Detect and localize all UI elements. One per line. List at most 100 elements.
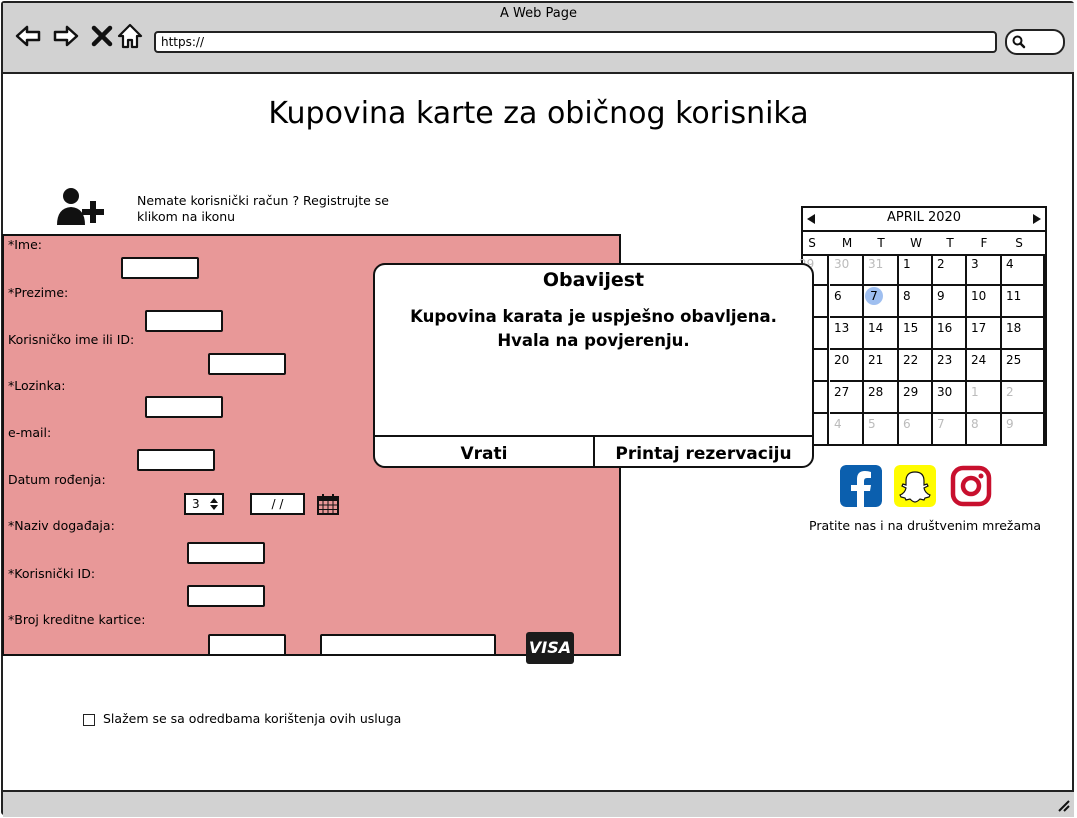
korisnicki-id-input[interactable] <box>187 585 265 607</box>
back-button[interactable]: Vrati <box>375 437 593 468</box>
visa-logo: VISA <box>526 632 574 664</box>
calendar-day-number: 25 <box>1006 353 1022 367</box>
day-stepper[interactable]: 3 <box>184 493 224 515</box>
dialog-buttons: Vrati Printaj rezervaciju <box>375 435 812 468</box>
social-icons <box>840 465 1000 509</box>
calendar-day-number: 8 <box>903 289 911 303</box>
social-caption: Pratite nas i na društvenim mrežama <box>809 518 1041 533</box>
calendar-widget: APRIL 2020 S M T W T F S 293031123456789… <box>795 206 1047 446</box>
calendar-day-number: 4 <box>834 417 842 431</box>
calendar-day-number: 7 <box>937 417 945 431</box>
calendar-day-number: 6 <box>903 417 911 431</box>
calendar-day-number: 22 <box>903 353 919 367</box>
snapchat-icon[interactable] <box>894 465 936 507</box>
calendar-day[interactable]: 4 <box>1002 254 1045 286</box>
calendar-day[interactable]: 14 <box>864 318 899 350</box>
label-email: e-mail: <box>8 425 52 440</box>
label-lozinka: *Lozinka: <box>8 378 66 393</box>
calendar-day-number: 30 <box>834 257 850 271</box>
calendar-day[interactable]: 24 <box>967 350 1002 382</box>
calendar-day[interactable]: 9 <box>933 286 967 318</box>
calendar-day[interactable]: 20 <box>830 350 864 382</box>
calendar-day[interactable]: 4 <box>830 414 864 446</box>
calendar-day[interactable]: 30 <box>830 254 864 286</box>
back-arrow-icon[interactable] <box>14 22 42 50</box>
dogadaj-input[interactable] <box>187 542 265 564</box>
search-icon <box>1012 35 1026 49</box>
calendar-day-number: 9 <box>937 289 945 303</box>
calendar-day-number: 29 <box>903 385 919 399</box>
calendar-day[interactable]: 25 <box>1002 350 1045 382</box>
card-number-part1[interactable] <box>208 634 286 656</box>
calendar-day-number: 15 <box>903 321 919 335</box>
url-bar[interactable]: https:// <box>154 31 997 53</box>
calendar-day[interactable]: 5 <box>864 414 899 446</box>
dialog-message-line2: Hvala na povjerenju. <box>497 331 690 350</box>
calendar-day[interactable]: 31 <box>864 254 899 286</box>
lozinka-input[interactable] <box>145 396 223 418</box>
calendar-day[interactable]: 18 <box>1002 318 1045 350</box>
calendar-day[interactable]: 29 <box>899 382 933 414</box>
calendar-day-number: 27 <box>834 385 850 399</box>
calendar-day[interactable]: 6 <box>830 286 864 318</box>
calendar-day-number: 14 <box>868 321 884 335</box>
calendar-day[interactable]: 21 <box>864 350 899 382</box>
calendar-day-number: 8 <box>971 417 979 431</box>
calendar-day[interactable]: 1 <box>967 382 1002 414</box>
next-month-icon[interactable] <box>1032 213 1042 225</box>
calendar-day[interactable]: 7 <box>933 414 967 446</box>
calendar-day[interactable]: 13 <box>830 318 864 350</box>
calendar-day[interactable]: 28 <box>864 382 899 414</box>
calendar-day[interactable]: 10 <box>967 286 1002 318</box>
calendar-day[interactable]: 8 <box>967 414 1002 446</box>
resize-grip-icon[interactable] <box>1056 798 1070 812</box>
calendar-icon[interactable] <box>316 492 340 516</box>
calendar-day[interactable]: 17 <box>967 318 1002 350</box>
calendar-day-number: 28 <box>868 385 884 399</box>
print-reservation-button[interactable]: Printaj rezervaciju <box>593 437 812 468</box>
search-box[interactable] <box>1005 29 1065 55</box>
close-icon[interactable] <box>88 22 116 50</box>
calendar-day[interactable]: 1 <box>899 254 933 286</box>
stepper-arrows-icon[interactable] <box>208 496 220 512</box>
calendar-day[interactable]: 23 <box>933 350 967 382</box>
label-korisnicko: Korisničko ime ili ID: <box>8 332 135 347</box>
calendar-day[interactable]: 30 <box>933 382 967 414</box>
date-input[interactable]: / / <box>250 493 305 515</box>
add-user-icon[interactable] <box>56 186 106 226</box>
prev-month-icon[interactable] <box>806 213 816 225</box>
calendar-day[interactable]: 27 <box>830 382 864 414</box>
calendar-day[interactable]: 2 <box>933 254 967 286</box>
calendar-day-number: 11 <box>1006 289 1022 303</box>
calendar-day-number: 1 <box>971 385 979 399</box>
calendar-day-number: 18 <box>1006 321 1022 335</box>
calendar-day[interactable]: 22 <box>899 350 933 382</box>
email-input[interactable] <box>137 449 215 471</box>
calendar-day[interactable]: 15 <box>899 318 933 350</box>
calendar-day[interactable]: 9 <box>1002 414 1045 446</box>
terms-checkbox[interactable]: Slažem se sa odredbama korištenja ovih u… <box>83 711 401 726</box>
calendar-day[interactable]: 8 <box>899 286 933 318</box>
checkbox[interactable] <box>83 713 95 726</box>
stepper-value: 3 <box>192 497 200 511</box>
calendar-day[interactable]: 16 <box>933 318 967 350</box>
korisnicko-input[interactable] <box>208 353 286 375</box>
calendar-day[interactable]: 7 <box>864 286 899 318</box>
home-icon[interactable] <box>116 22 144 50</box>
instagram-icon[interactable] <box>950 465 992 507</box>
dialog-title: Obavijest <box>542 269 645 291</box>
calendar-day-number: 10 <box>971 289 987 303</box>
calendar-day[interactable]: 3 <box>967 254 1002 286</box>
calendar-day[interactable]: 6 <box>899 414 933 446</box>
facebook-icon[interactable] <box>840 465 882 507</box>
ime-input[interactable] <box>121 257 199 279</box>
register-hint-line2: klikom na ikonu <box>137 209 236 224</box>
label-dogadaj: *Naziv događaja: <box>8 518 115 533</box>
weekday: F <box>980 236 988 250</box>
calendar-day[interactable]: 2 <box>1002 382 1045 414</box>
calendar-day[interactable]: 11 <box>1002 286 1045 318</box>
prezime-input[interactable] <box>145 310 223 332</box>
calendar-day-number: 31 <box>868 257 884 271</box>
forward-arrow-icon[interactable] <box>52 22 80 50</box>
card-number-part2[interactable] <box>320 634 496 656</box>
